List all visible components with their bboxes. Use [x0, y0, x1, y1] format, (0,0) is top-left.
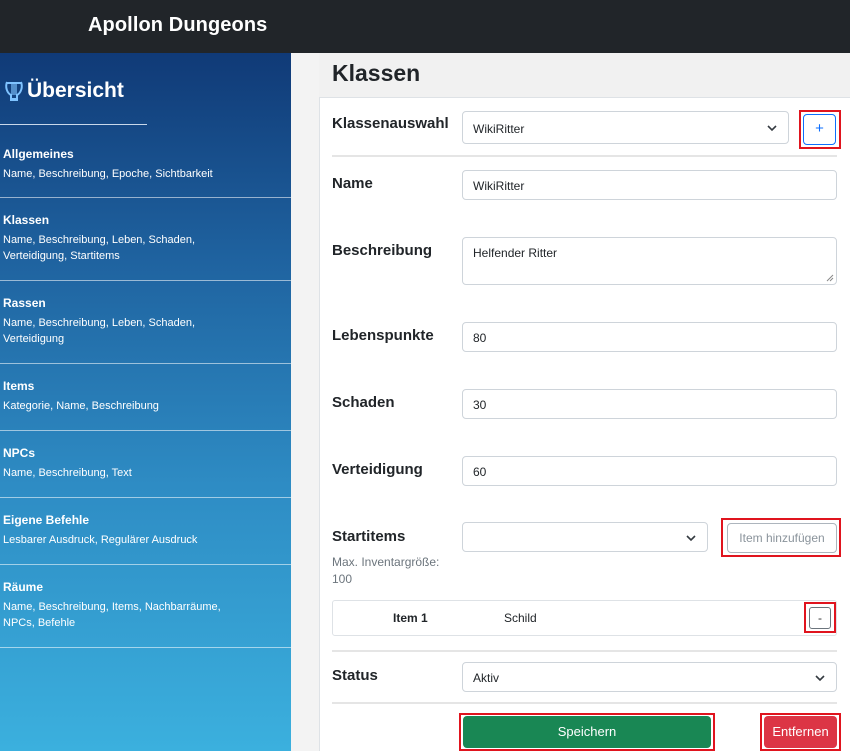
status-select-value: Aktiv	[473, 671, 500, 685]
sidebar-item-items[interactable]: Items Kategorie, Name, Beschreibung	[0, 364, 291, 431]
save-button[interactable]: Speichern	[463, 716, 711, 748]
lyre-icon	[5, 81, 23, 101]
sidebar-item-desc: Name, Beschreibung, Leben, Schaden, Vert…	[3, 317, 196, 345]
add-class-button[interactable]: +	[803, 114, 836, 145]
damage-label: Schaden	[332, 394, 395, 411]
start-items-label: Startitems	[332, 528, 406, 545]
sidebar-item-desc: Kategorie, Name, Beschreibung	[3, 400, 159, 412]
sidebar-item-title: Items	[3, 379, 35, 393]
sidebar-item-title: Räume	[3, 580, 44, 594]
health-input[interactable]: 80	[462, 322, 837, 352]
app-title[interactable]: Apollon Dungeons	[88, 14, 267, 37]
sidebar-item-title: NPCs	[3, 446, 36, 460]
sidebar-item-desc: Lesbarer Ausdruck, Regulärer Ausdruck	[3, 534, 198, 546]
name-label: Name	[332, 175, 373, 192]
sidebar-heading-label: Übersicht	[27, 79, 124, 102]
status-select[interactable]: Aktiv	[462, 662, 837, 692]
class-select[interactable]: WikiRitter	[462, 111, 789, 144]
defense-label: Verteidigung	[332, 461, 423, 478]
health-label: Lebenspunkte	[332, 327, 434, 344]
sidebar-item-title: Allgemeines	[3, 147, 74, 161]
top-navbar: Apollon Dungeons	[0, 0, 850, 53]
sidebar-divider	[0, 124, 147, 125]
form-divider	[332, 155, 837, 157]
class-select-label: Klassenauswahl	[332, 115, 449, 132]
form-divider	[332, 650, 837, 652]
description-value: Helfender Ritter	[473, 246, 558, 260]
add-item-button[interactable]: Item hinzufügen	[727, 523, 837, 553]
sidebar-item-title: Rassen	[3, 296, 46, 310]
defense-input[interactable]: 60	[462, 456, 837, 486]
start-item-row: Item 1 Schild	[332, 600, 837, 636]
item-value: Schild	[504, 611, 537, 625]
form-divider	[332, 702, 837, 704]
sidebar-item-klassen[interactable]: Klassen Name, Beschreibung, Leben, Schad…	[0, 198, 291, 281]
sidebar-item-allgemeines[interactable]: Allgemeines Name, Beschreibung, Epoche, …	[0, 129, 291, 198]
sidebar-item-npcs[interactable]: NPCs Name, Beschreibung, Text	[0, 431, 291, 498]
sidebar-heading: Übersicht	[4, 79, 124, 103]
inventory-hint: Max. Inventargröße: 100	[332, 555, 440, 586]
chevron-down-icon	[686, 535, 696, 542]
sidebar-item-rassen[interactable]: Rassen Name, Beschreibung, Leben, Schade…	[0, 281, 291, 364]
damage-input[interactable]: 30	[462, 389, 837, 419]
sidebar-item-desc: Name, Beschreibung, Leben, Schaden, Vert…	[3, 234, 196, 262]
sidebar-item-raeume[interactable]: Räume Name, Beschreibung, Items, Nachbar…	[0, 565, 291, 648]
sidebar-item-desc: Name, Beschreibung, Epoche, Sichtbarkeit	[3, 168, 213, 180]
name-input[interactable]: WikiRitter	[462, 170, 837, 200]
remove-item-button[interactable]: -	[809, 607, 831, 629]
sidebar-item-title: Klassen	[3, 213, 50, 227]
item-key: Item 1	[393, 611, 428, 625]
sidebar-item-desc: Name, Beschreibung, Text	[3, 467, 132, 479]
status-label: Status	[332, 667, 378, 684]
description-label: Beschreibung	[332, 242, 433, 259]
sidebar: Übersicht Allgemeines Name, Beschreibung…	[0, 53, 291, 751]
page-title: Klassen	[332, 60, 421, 86]
card-header: Klassen	[319, 53, 850, 98]
card-border	[319, 98, 320, 751]
content-gutter	[291, 53, 319, 751]
chevron-down-icon	[815, 675, 825, 682]
description-textarea[interactable]: Helfender Ritter	[462, 237, 837, 285]
resize-handle-icon[interactable]	[826, 274, 834, 282]
remove-button[interactable]: Entfernen	[764, 716, 837, 748]
sidebar-item-eigene-befehle[interactable]: Eigene Befehle Lesbarer Ausdruck, Regulä…	[0, 498, 291, 565]
chevron-down-icon	[767, 125, 777, 132]
class-select-value: WikiRitter	[473, 122, 525, 136]
sidebar-item-desc: Name, Beschreibung, Items, Nachbarräume,…	[3, 601, 221, 629]
sidebar-item-title: Eigene Befehle	[3, 513, 90, 527]
start-item-select[interactable]	[462, 522, 708, 552]
